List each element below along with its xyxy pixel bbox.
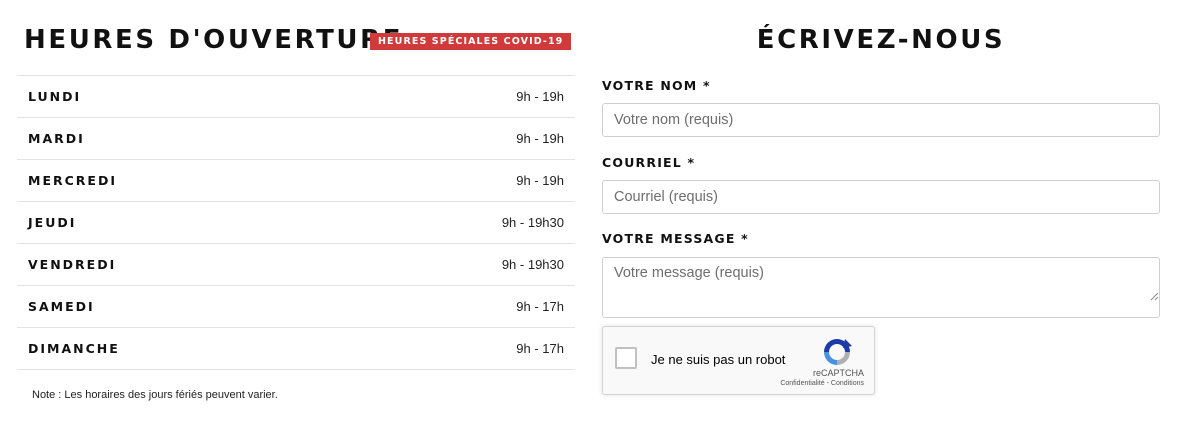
day-label: SAMEDI — [28, 299, 95, 314]
hours-row-wednesday: MERCREDI 9h - 19h — [17, 160, 575, 202]
recaptcha-icon — [824, 339, 852, 365]
opening-hours-header: HEURES D'OUVERTURE HEURES SPÉCIALES COVI… — [24, 22, 572, 58]
name-input[interactable] — [602, 103, 1160, 137]
recaptcha-brand: reCAPTCHA — [812, 368, 864, 378]
hours-value: 9h - 19h30 — [501, 257, 564, 272]
resize-grip-icon[interactable] — [1150, 292, 1159, 301]
hours-value: 9h - 19h30 — [501, 215, 564, 230]
hours-value: 9h - 17h — [516, 341, 564, 356]
day-label: VENDREDI — [28, 257, 117, 272]
hours-row-monday: LUNDI 9h - 19h — [17, 76, 575, 118]
opening-hours-title: HEURES D'OUVERTURE — [24, 25, 404, 55]
message-textarea[interactable] — [602, 257, 1160, 318]
day-label: MARDI — [28, 131, 85, 146]
recaptcha-links[interactable]: Confidentialité - Conditions — [780, 380, 864, 387]
covid-special-hours-badge[interactable]: HEURES SPÉCIALES COVID-19 — [370, 33, 572, 50]
day-label: MERCREDI — [28, 173, 117, 188]
hours-value: 9h - 19h — [516, 173, 564, 188]
hours-row-thursday: JEUDI 9h - 19h30 — [17, 202, 575, 244]
hours-value: 9h - 19h — [516, 89, 564, 104]
hours-value: 9h - 19h — [516, 131, 564, 146]
recaptcha-checkbox[interactable] — [615, 347, 637, 369]
name-label: VOTRE NOM * — [602, 78, 711, 93]
contact-form-title: ÉCRIVEZ-NOUS — [756, 25, 1006, 55]
hours-row-saturday: SAMEDI 9h - 17h — [17, 286, 575, 328]
email-label: COURRIEL * — [602, 155, 696, 170]
recaptcha-label: Je ne suis pas un robot — [651, 352, 786, 367]
hours-row-tuesday: MARDI 9h - 19h — [17, 118, 575, 160]
email-input[interactable] — [602, 180, 1160, 214]
day-label: DIMANCHE — [28, 341, 120, 356]
day-label: LUNDI — [28, 89, 82, 104]
holiday-note: Note : Les horaires des jours fériés peu… — [32, 389, 278, 401]
message-label: VOTRE MESSAGE * — [602, 231, 749, 246]
hours-row-friday: VENDREDI 9h - 19h30 — [17, 244, 575, 286]
hours-row-sunday: DIMANCHE 9h - 17h — [17, 328, 575, 370]
hours-table: LUNDI 9h - 19h MARDI 9h - 19h MERCREDI 9… — [17, 75, 575, 370]
recaptcha-widget: Je ne suis pas un robot reCAPTCHA Confid… — [602, 326, 875, 395]
hours-value: 9h - 17h — [516, 299, 564, 314]
day-label: JEUDI — [28, 215, 77, 230]
